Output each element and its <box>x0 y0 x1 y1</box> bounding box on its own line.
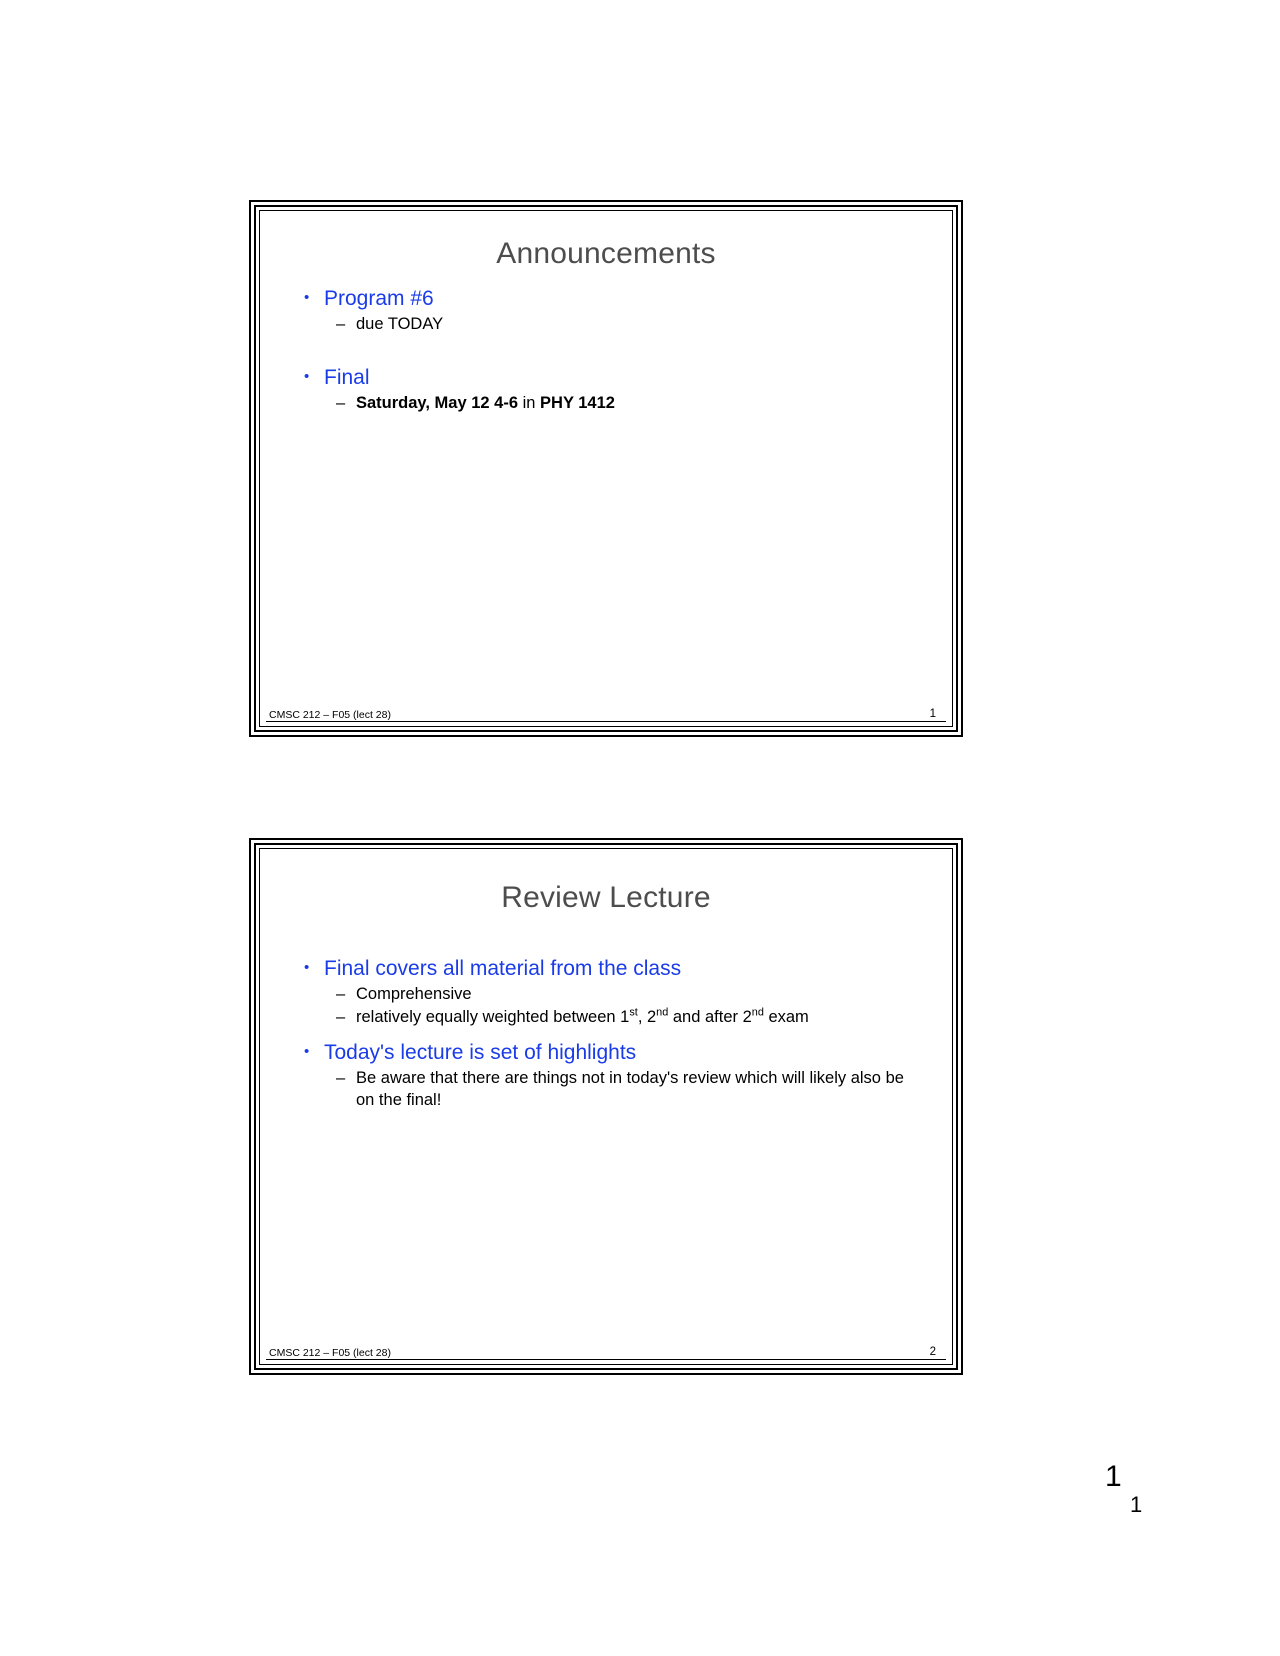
slide-1-border-mid: Announcements • Program #6 – due TODAY •… <box>254 205 958 732</box>
bullet-dot-icon: • <box>304 1043 310 1061</box>
footer-divider <box>266 1359 946 1360</box>
slide-1-footer-text: CMSC 212 – F05 (lect 28) <box>269 709 391 721</box>
dash-icon: – <box>336 1008 346 1027</box>
slide-1-bullet-1-text: Program #6 <box>324 287 434 310</box>
slide-1-subbullet-1-1-text: due TODAY <box>356 314 444 333</box>
slide-2-bullet-1: • Final covers all material from the cla… <box>304 956 926 982</box>
slide-2-bullet-2-text: Today's lecture is set of highlights <box>324 1041 637 1065</box>
slide-2: Review Lecture • Final covers all materi… <box>249 838 963 1375</box>
slide-2-subbullet-1-1: – Comprehensive <box>304 984 926 1005</box>
slide-2-bullet-1-text: Final covers all material from the class <box>324 957 682 980</box>
bullet-dot-icon: • <box>304 368 310 386</box>
footer-divider <box>266 721 946 722</box>
slide-2-footer: CMSC 212 – F05 (lect 28) 2 <box>260 1340 952 1360</box>
slide-1-canvas: Announcements • Program #6 – due TODAY •… <box>259 210 953 727</box>
slide-2-canvas: Review Lecture • Final covers all materi… <box>259 848 953 1365</box>
dash-icon: – <box>336 984 346 1003</box>
slide-2-subbullet-1-1-text: Comprehensive <box>356 984 472 1003</box>
slide-1: Announcements • Program #6 – due TODAY •… <box>249 200 963 737</box>
slide-2-border-mid: Review Lecture • Final covers all materi… <box>254 843 958 1370</box>
slide-2-bullet-2: • Today's lecture is set of highlights <box>304 1040 926 1066</box>
connector-word: in <box>518 393 541 412</box>
page-marker-secondary: 1 <box>1130 1492 1143 1517</box>
slide-2-subbullet-1-2-text: relatively equally weighted between 1st,… <box>356 1006 809 1027</box>
slide-1-bullet-2: • Final <box>304 365 926 391</box>
exam-datetime: Saturday, May 12 4-6 <box>356 393 519 412</box>
slide-1-subbullet-2-1-text: Saturday, May 12 4-6 in PHY 1412 <box>356 393 926 414</box>
bullet-dot-icon: • <box>304 289 310 306</box>
slide-2-subbullet-2-1: – Be aware that there are things not in … <box>304 1068 926 1111</box>
slide-1-body: • Program #6 – due TODAY • Final – Satur… <box>260 286 952 414</box>
slide-2-body: • Final covers all material from the cla… <box>260 956 952 1111</box>
slide-2-subbullet-2-1-text: Be aware that there are things not in to… <box>356 1069 904 1109</box>
slide-1-subbullet-1-1: – due TODAY <box>304 314 926 335</box>
slide-2-footer-text: CMSC 212 – F05 (lect 28) <box>269 1347 391 1359</box>
slide-2-title: Review Lecture <box>501 881 711 914</box>
slide-1-bullet-1: • Program #6 <box>304 286 926 312</box>
exam-room: PHY 1412 <box>540 393 615 412</box>
slide-1-title: Announcements <box>496 237 716 270</box>
slide-1-footer: CMSC 212 – F05 (lect 28) 1 <box>260 702 952 722</box>
slide-1-page-number: 1 <box>929 708 936 720</box>
bullet-dot-icon: • <box>304 959 310 976</box>
slide-2-subbullet-1-2: – relatively equally weighted between 1s… <box>304 1007 926 1028</box>
slide-1-bullet-2-text: Final <box>324 366 370 390</box>
dash-icon: – <box>336 393 346 412</box>
slide-1-subbullet-2-1: – Saturday, May 12 4-6 in PHY 1412 <box>304 393 926 414</box>
slide-2-page-number: 2 <box>929 1346 936 1358</box>
page-marker-primary: 1 <box>1105 1460 1122 1493</box>
dash-icon: – <box>336 1069 346 1088</box>
dash-icon: – <box>336 314 346 333</box>
